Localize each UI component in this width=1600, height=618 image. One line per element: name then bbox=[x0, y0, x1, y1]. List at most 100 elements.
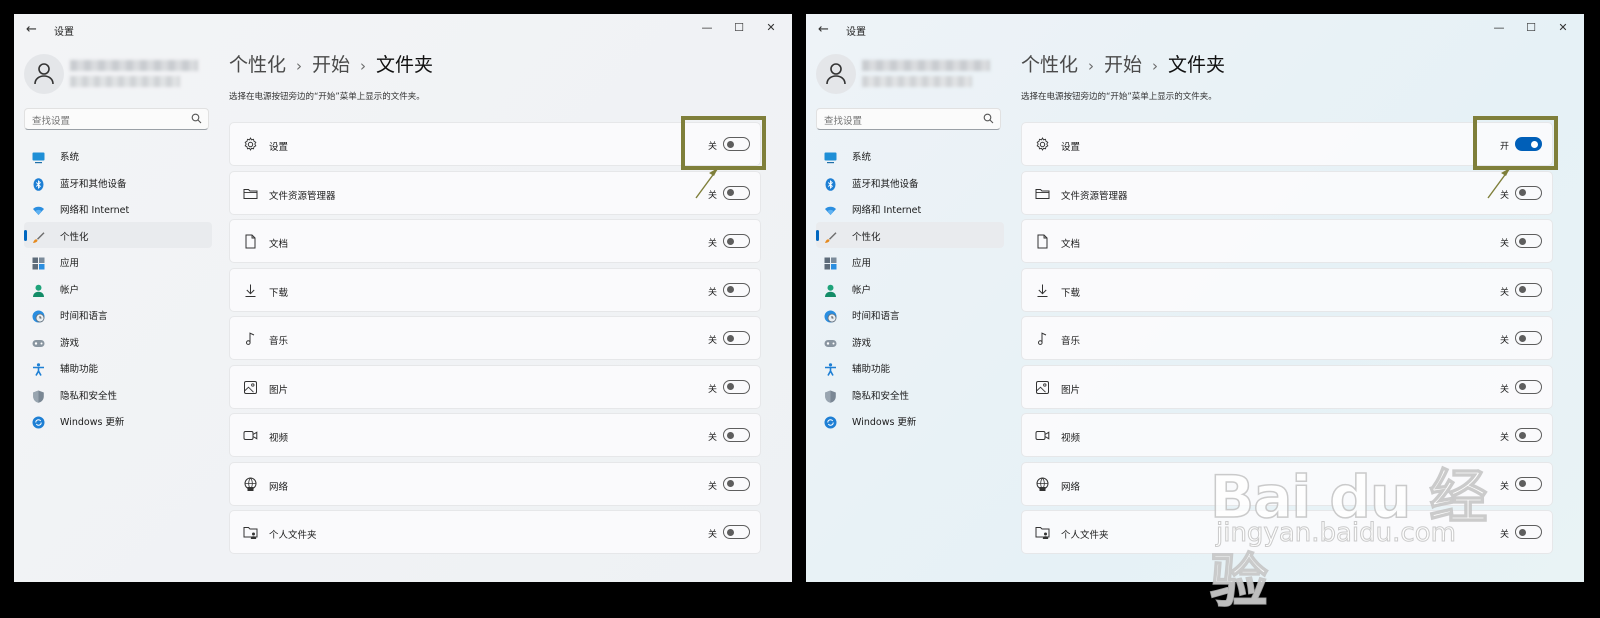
toggle-knob bbox=[1519, 189, 1526, 196]
minimize-button[interactable]: — bbox=[692, 18, 722, 38]
folder-toggle-switch[interactable] bbox=[723, 234, 750, 248]
search-input[interactable] bbox=[817, 111, 974, 132]
personal-folder-icon bbox=[243, 525, 258, 540]
sidebar-item-9[interactable]: 隐私和安全性 bbox=[816, 381, 1004, 408]
sidebar-item-label: 网络和 Internet bbox=[852, 205, 922, 216]
folder-setting-row: 文档 关 bbox=[229, 219, 761, 263]
sidebar-item-4[interactable]: 应用 bbox=[816, 248, 1004, 275]
folder-toggle-switch[interactable] bbox=[723, 476, 750, 491]
folder-toggle-switch[interactable] bbox=[1515, 379, 1542, 394]
sidebar-item-1[interactable]: 蓝牙和其他设备 bbox=[816, 169, 1004, 196]
sidebar-item-label: 隐私和安全性 bbox=[852, 390, 910, 402]
blurred-user-email bbox=[70, 76, 180, 87]
breadcrumb-start[interactable]: 开始 bbox=[312, 54, 350, 76]
page-description: 选择在电源按钮旁边的“开始”菜单上显示的文件夹。 bbox=[229, 92, 425, 102]
sidebar-item-0[interactable]: 系统 bbox=[816, 142, 1004, 169]
close-button[interactable]: ✕ bbox=[756, 18, 786, 38]
sidebar-item-6[interactable]: 时间和语言 bbox=[24, 301, 212, 328]
person-icon bbox=[34, 63, 54, 85]
folder-setting-row: 下载 关 bbox=[1021, 267, 1553, 312]
sidebar-item-label: 应用 bbox=[852, 258, 872, 269]
folder-toggle-switch[interactable] bbox=[723, 331, 750, 345]
folder-toggle-switch[interactable] bbox=[723, 282, 750, 297]
search-box[interactable] bbox=[24, 108, 209, 132]
folder-setting-label: 音乐 bbox=[1061, 336, 1081, 347]
toggle-state-label: 关 bbox=[708, 287, 718, 298]
sidebar-item-10[interactable]: Windows 更新 bbox=[816, 407, 1004, 434]
search-input[interactable] bbox=[25, 111, 182, 132]
back-arrow-icon[interactable]: ← bbox=[26, 22, 42, 38]
folder-setting-row: 音乐 关 bbox=[229, 316, 761, 360]
toggle-state-label: 关 bbox=[708, 481, 718, 492]
sidebar-item-0[interactable]: 系统 bbox=[24, 142, 212, 169]
sidebar-item-9[interactable]: 隐私和安全性 bbox=[24, 381, 212, 408]
video-icon bbox=[243, 428, 258, 443]
folder-toggle-switch[interactable] bbox=[1515, 282, 1542, 297]
globe-clock-icon bbox=[32, 308, 45, 323]
folder-toggle-switch[interactable] bbox=[1515, 234, 1542, 248]
maximize-button[interactable]: ☐ bbox=[724, 18, 754, 38]
user-profile[interactable] bbox=[816, 52, 1006, 96]
sidebar-item-5[interactable]: 帐户 bbox=[24, 275, 212, 302]
folder-toggle-switch[interactable] bbox=[1515, 525, 1542, 539]
folder-setting-row: 个人文件夹 关 bbox=[1021, 510, 1553, 554]
folder-toggle-switch[interactable] bbox=[1515, 476, 1542, 491]
sidebar-item-label: 辅助功能 bbox=[852, 364, 891, 375]
sidebar-item-3[interactable]: 个性化 bbox=[24, 221, 212, 248]
sidebar-item-label: 应用 bbox=[60, 258, 80, 269]
toggle-knob bbox=[727, 189, 734, 196]
sidebar-item-4[interactable]: 应用 bbox=[24, 248, 212, 275]
folder-toggle-switch[interactable] bbox=[723, 428, 750, 442]
page-description: 选择在电源按钮旁边的“开始”菜单上显示的文件夹。 bbox=[1021, 92, 1217, 102]
search-box[interactable] bbox=[816, 108, 1001, 132]
person-icon bbox=[32, 282, 45, 297]
sidebar-item-label: 游戏 bbox=[852, 337, 872, 349]
sidebar-item-8[interactable]: 辅助功能 bbox=[24, 354, 212, 381]
person-icon bbox=[826, 63, 846, 85]
sidebar-nav: 系统 蓝牙和其他设备 网络和 Internet 个性化应用帐户 时间和语言 游戏 辅助功能隐… bbox=[24, 142, 212, 434]
globe-clock-icon bbox=[824, 308, 837, 323]
sidebar-item-7[interactable]: 游戏 bbox=[816, 328, 1004, 355]
sidebar-item-6[interactable]: 时间和语言 bbox=[816, 301, 1004, 328]
folder-setting-label: 文件资源管理器 bbox=[269, 190, 336, 202]
monitor-icon bbox=[32, 149, 45, 164]
settings-window-left: ← 设置 — ☐ ✕ 系统蓝牙和其他设备网络和 Internet 个性化应用帐户时… bbox=[14, 14, 792, 582]
folder-toggle-switch[interactable] bbox=[723, 185, 750, 200]
toggle-knob bbox=[727, 431, 734, 439]
sidebar-item-label: 系统 bbox=[852, 152, 872, 163]
sidebar-item-2[interactable]: 网络和 Internet bbox=[816, 195, 1004, 222]
music-icon bbox=[1035, 331, 1050, 346]
breadcrumb-personalization[interactable]: 个性化 bbox=[229, 54, 286, 76]
folder-toggle-switch[interactable] bbox=[723, 525, 750, 539]
folder-toggle-switch[interactable] bbox=[723, 379, 750, 394]
maximize-button[interactable]: ☐ bbox=[1516, 18, 1546, 38]
blurred-user-name bbox=[70, 60, 198, 71]
sidebar-item-1[interactable]: 蓝牙和其他设备 bbox=[24, 169, 212, 196]
app-title: 设置 bbox=[846, 27, 866, 38]
minimize-button[interactable]: — bbox=[1484, 18, 1514, 38]
back-arrow-icon[interactable]: ← bbox=[818, 22, 834, 38]
toggle-knob bbox=[1519, 480, 1526, 487]
sidebar-item-5[interactable]: 帐户 bbox=[816, 275, 1004, 302]
folder-toggle-switch[interactable] bbox=[1515, 428, 1542, 442]
user-profile[interactable] bbox=[24, 52, 214, 96]
app-title: 设置 bbox=[54, 27, 74, 38]
breadcrumb-start[interactable]: 开始 bbox=[1104, 54, 1142, 76]
sidebar-item-3[interactable]: 个性化 bbox=[816, 221, 1004, 248]
folder-setting-label: 视频 bbox=[1061, 433, 1081, 444]
folder-toggle-switch[interactable] bbox=[1515, 331, 1542, 345]
toggle-knob bbox=[727, 334, 734, 342]
close-button[interactable]: ✕ bbox=[1548, 18, 1578, 38]
shield-icon bbox=[32, 388, 45, 403]
toggle-knob bbox=[727, 237, 734, 245]
folder-setting-label: 设置 bbox=[1061, 142, 1081, 153]
folder-toggle-switch[interactable] bbox=[1515, 185, 1542, 200]
sidebar-item-8[interactable]: 辅助功能 bbox=[816, 354, 1004, 381]
sidebar-item-10[interactable]: Windows 更新 bbox=[24, 407, 212, 434]
breadcrumb-personalization[interactable]: 个性化 bbox=[1021, 54, 1078, 76]
folder-setting-row: 网络 关 bbox=[229, 461, 761, 506]
sidebar-item-7[interactable]: 游戏 bbox=[24, 328, 212, 355]
folder-setting-label: 下载 bbox=[269, 287, 289, 299]
toggle-knob bbox=[727, 383, 734, 390]
sidebar-item-2[interactable]: 网络和 Internet bbox=[24, 195, 212, 222]
